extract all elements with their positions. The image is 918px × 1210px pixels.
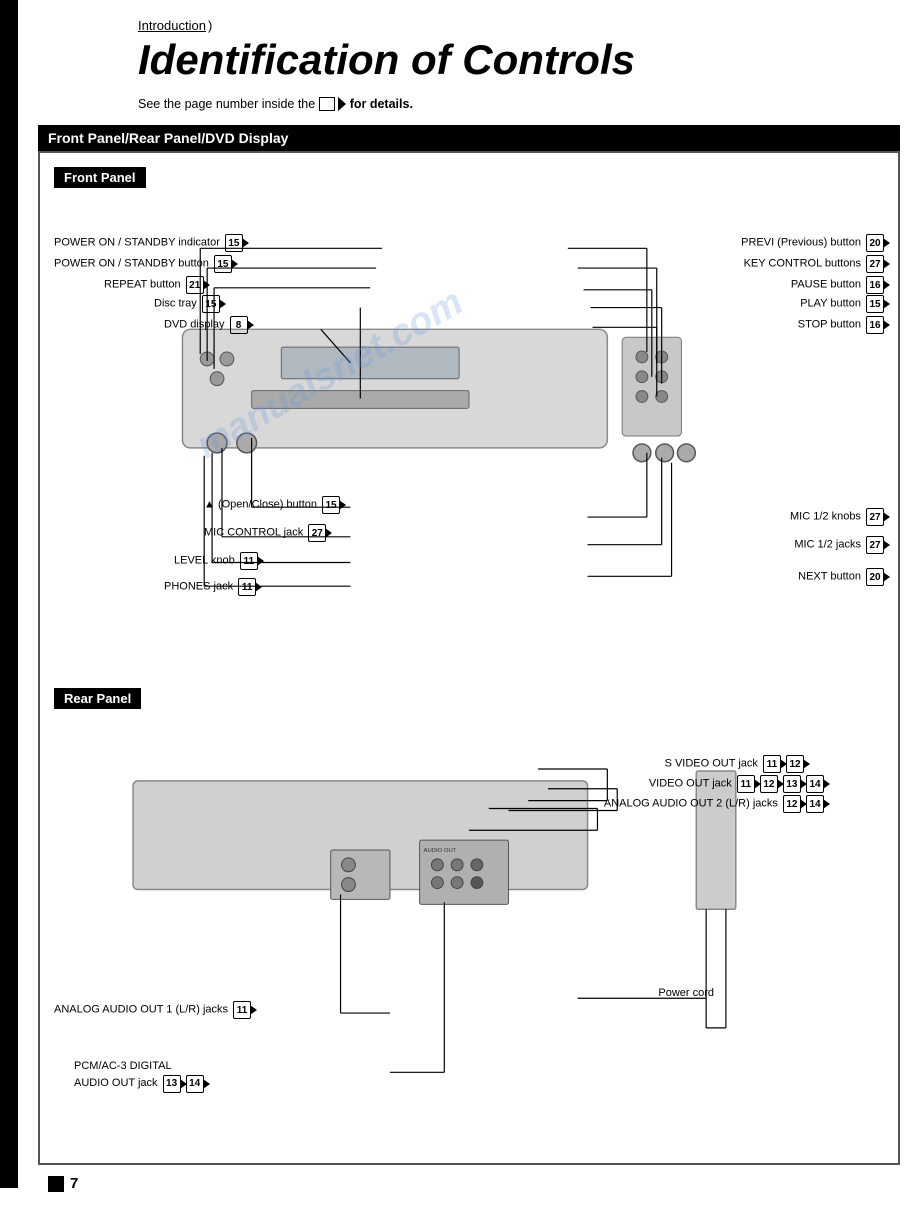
badge-analog1-11: 11 — [233, 1001, 251, 1019]
breadcrumb-arrow: ) — [208, 18, 212, 33]
left-bar — [0, 0, 18, 1188]
badge-pcm-14: 14 — [186, 1075, 204, 1093]
badge-level-knob: 11 — [240, 552, 258, 570]
rear-panel-label: Rear Panel — [54, 688, 141, 709]
badge-pause: 16 — [866, 276, 884, 294]
badge-play: 15 — [866, 295, 884, 313]
subtitle-suffix: for details. — [350, 97, 413, 111]
badge-repeat: 21 — [186, 276, 204, 294]
callout-pcm-digital: PCM/AC-3 DIGITALAUDIO OUT jack 13 14 — [74, 1059, 204, 1092]
rear-panel-section: Rear Panel AUDIO OUT — [54, 688, 884, 1149]
badge-power-button: 15 — [214, 255, 232, 273]
svg-text:AUDIO OUT: AUDIO OUT — [424, 848, 457, 854]
badge-video-14: 14 — [806, 775, 824, 793]
page-container: Introduction ) Identification of Control… — [0, 0, 918, 1210]
callout-power-cord: Power cord — [658, 987, 714, 999]
content-area: Introduction ) Identification of Control… — [28, 0, 918, 1210]
arrow-shape-icon — [338, 97, 346, 111]
callout-next: NEXT button 20 — [798, 568, 884, 586]
callout-s-video: S VIDEO OUT jack 11 12 — [665, 755, 804, 773]
badge-open-close: 15 — [322, 496, 340, 514]
callout-mic-jacks: MIC 1/2 jacks 27 — [794, 536, 884, 554]
badge-mic-control: 27 — [308, 524, 326, 542]
breadcrumb-label: Introduction — [138, 18, 206, 33]
callout-dvd-display: DVD display 8 — [164, 316, 248, 334]
badge-dvd-display: 8 — [230, 316, 248, 334]
page-number: 7 — [70, 1175, 78, 1192]
badge-video-11: 11 — [737, 775, 755, 793]
badge-key-control: 27 — [866, 255, 884, 273]
callout-key-control: KEY CONTROL buttons 27 — [744, 255, 884, 273]
callout-phones-jack: PHONES jack 11 — [164, 578, 256, 596]
callout-stop: STOP button 16 — [798, 316, 884, 334]
badge-disc-tray: 15 — [202, 295, 220, 313]
callout-power-indicator: POWER ON / STANDBY indicator 15 — [54, 234, 243, 252]
badge-next: 20 — [866, 568, 884, 586]
callout-power-button: POWER ON / STANDBY button 15 — [54, 255, 232, 273]
badge-video-13: 13 — [783, 775, 801, 793]
front-panel-diagram: POWER ON / STANDBY indicator 15 POWER ON… — [54, 198, 884, 678]
badge-prev: 20 — [866, 234, 884, 252]
front-panel-label: Front Panel — [54, 167, 146, 188]
callout-repeat: REPEAT button 21 — [104, 276, 204, 294]
badge-mic-jacks: 27 — [866, 536, 884, 554]
subtitle-instruction: See the page number inside the for detai… — [38, 97, 900, 111]
diagram-box: manualsnet.com Front Panel — [38, 151, 900, 1165]
callout-pause: PAUSE button 16 — [791, 276, 884, 294]
callout-mic-control: MIC CONTROL jack 27 — [204, 524, 326, 542]
badge-s-video-11: 11 — [763, 755, 781, 773]
breadcrumb: Introduction ) — [38, 18, 900, 33]
callout-level-knob: LEVEL knob 11 — [174, 552, 258, 570]
callout-disc-tray: Disc tray 15 — [154, 295, 220, 313]
section-header: Front Panel/Rear Panel/DVD Display — [38, 125, 900, 151]
callout-analog-audio-1: ANALOG AUDIO OUT 1 (L/R) jacks 11 — [54, 1001, 251, 1019]
badge-phones-jack: 11 — [238, 578, 256, 596]
badge-video-12: 12 — [760, 775, 778, 793]
badge-stop: 16 — [866, 316, 884, 334]
badge-s-video-12: 12 — [786, 755, 804, 773]
subtitle-prefix: See the page number inside the — [138, 97, 315, 111]
page-title: Identification of Controls — [38, 37, 900, 83]
callout-analog-audio-2: ANALOG AUDIO OUT 2 (L/R) jacks 12 14 — [604, 795, 824, 813]
callout-open-close: ▲ (Open/Close) button 15 — [204, 496, 340, 514]
callout-play: PLAY button 15 — [800, 295, 884, 313]
badge-power-indicator: 15 — [225, 234, 243, 252]
box-shape-icon — [319, 97, 335, 111]
badge-analog2-14: 14 — [806, 795, 824, 813]
badge-mic-knobs: 27 — [866, 508, 884, 526]
callout-prev: PREVI (Previous) button 20 — [741, 234, 884, 252]
badge-pcm-13: 13 — [163, 1075, 181, 1093]
front-panel-section: Front Panel — [54, 167, 884, 678]
page-number-area: 7 — [38, 1175, 900, 1192]
rear-panel-diagram: AUDIO OUT — [54, 719, 884, 1149]
callout-mic-knobs: MIC 1/2 knobs 27 — [790, 508, 884, 526]
page-number-icon — [48, 1176, 64, 1192]
callout-video-out: VIDEO OUT jack 11 12 13 14 — [649, 775, 824, 793]
badge-analog2-12: 12 — [783, 795, 801, 813]
